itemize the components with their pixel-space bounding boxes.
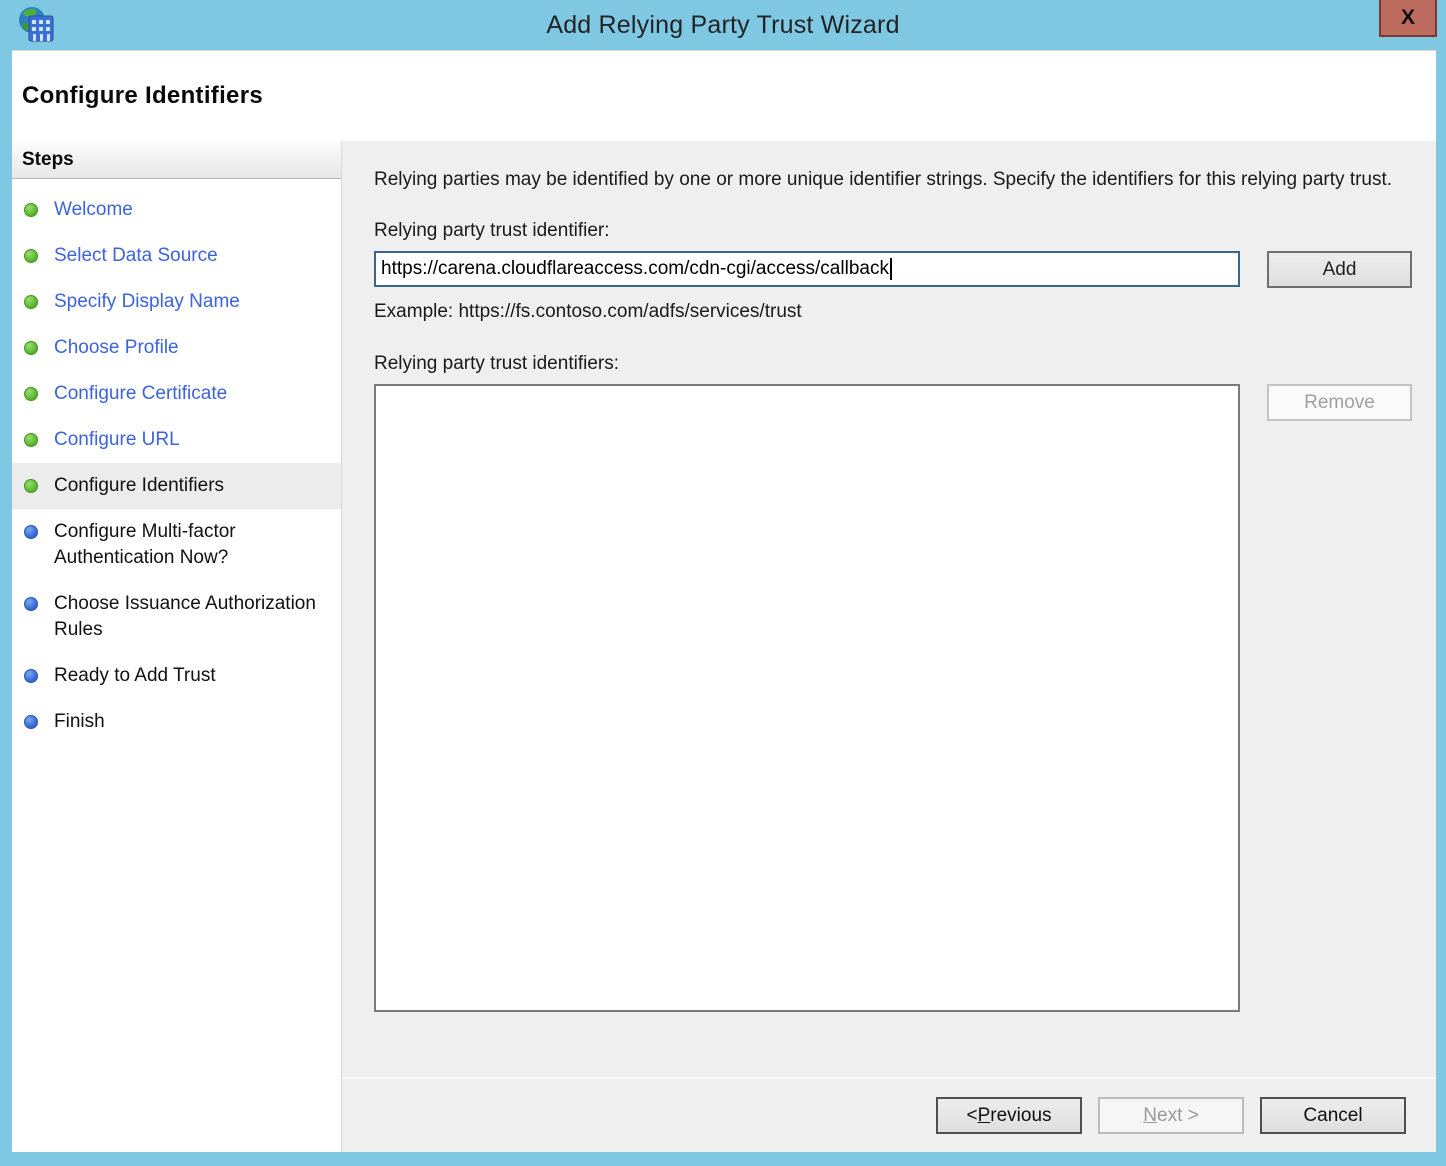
sidebar-step-select-data-source[interactable]: Select Data Source	[12, 233, 341, 279]
close-button[interactable]: X	[1379, 0, 1437, 37]
step-label: Welcome	[54, 197, 133, 223]
sidebar-step-choose-issuance-authorization-rules: Choose Issuance Authorization Rules	[12, 581, 341, 653]
example-text: Example: https://fs.contoso.com/adfs/ser…	[374, 301, 1412, 323]
identifiers-list-label: Relying party trust identifiers:	[374, 353, 1412, 375]
step-status-icon	[24, 433, 38, 447]
step-label: Configure Certificate	[54, 381, 227, 407]
steps-sidebar: Steps Welcome Select Data Source Specify D…	[12, 141, 342, 1152]
content-area: Relying parties may be identified by one…	[342, 141, 1436, 1077]
identifier-input-value: https://carena.cloudflareaccess.com/cdn-…	[381, 258, 889, 280]
sidebar-step-choose-profile[interactable]: Choose Profile	[12, 325, 341, 371]
wizard-frame: Configure Identifiers Steps Welcome Selec…	[12, 50, 1436, 1152]
main-panel: Relying parties may be identified by one…	[342, 141, 1436, 1152]
step-status-icon	[24, 203, 38, 217]
add-button[interactable]: Add	[1267, 251, 1412, 288]
sidebar-step-ready-to-add-trust: Ready to Add Trust	[12, 653, 341, 699]
step-status-icon	[24, 387, 38, 401]
step-status-icon	[24, 479, 38, 493]
step-label: Configure Multi-factor Authentication No…	[54, 519, 331, 571]
page-header: Configure Identifiers	[12, 51, 1436, 141]
sidebar-step-configure-certificate[interactable]: Configure Certificate	[12, 371, 341, 417]
footer-bar: < Previous Next > Cancel	[342, 1077, 1436, 1152]
step-status-icon	[24, 669, 38, 683]
sidebar-step-configure-multi-factor-authentication-now: Configure Multi-factor Authentication No…	[12, 509, 341, 581]
steps-title: Steps	[22, 149, 74, 171]
next-button[interactable]: Next >	[1098, 1097, 1244, 1134]
steps-header: Steps	[12, 141, 341, 179]
step-label: Finish	[54, 709, 105, 735]
step-status-icon	[24, 597, 38, 611]
previous-button[interactable]: < Previous	[936, 1097, 1082, 1134]
sidebar-step-welcome[interactable]: Welcome	[12, 187, 341, 233]
sidebar-step-configure-url[interactable]: Configure URL	[12, 417, 341, 463]
identifiers-listbox[interactable]	[374, 384, 1240, 1012]
cancel-button[interactable]: Cancel	[1260, 1097, 1406, 1134]
close-icon: X	[1401, 6, 1415, 30]
step-status-icon	[24, 295, 38, 309]
wizard-window: Add Relying Party Trust Wizard X Configu…	[0, 0, 1446, 1166]
instruction-text: Relying parties may be identified by one…	[374, 166, 1409, 194]
page-title: Configure Identifiers	[22, 82, 263, 110]
identifier-label: Relying party trust identifier:	[374, 220, 1412, 242]
steps-list: Welcome Select Data Source Specify Display…	[12, 179, 341, 745]
step-status-icon	[24, 525, 38, 539]
sidebar-step-configure-identifiers: Configure Identifiers	[12, 463, 341, 509]
step-label: Choose Profile	[54, 335, 179, 361]
step-status-icon	[24, 341, 38, 355]
sidebar-step-specify-display-name[interactable]: Specify Display Name	[12, 279, 341, 325]
step-label: Specify Display Name	[54, 289, 240, 315]
step-label: Ready to Add Trust	[54, 663, 216, 689]
window-title: Add Relying Party Trust Wizard	[0, 0, 1446, 50]
step-label: Choose Issuance Authorization Rules	[54, 591, 331, 643]
step-status-icon	[24, 715, 38, 729]
step-label: Configure Identifiers	[54, 473, 224, 499]
identifier-input[interactable]: https://carena.cloudflareaccess.com/cdn-…	[374, 251, 1240, 287]
text-caret	[890, 258, 892, 280]
title-bar: Add Relying Party Trust Wizard X	[0, 0, 1446, 50]
step-label: Select Data Source	[54, 243, 218, 269]
remove-button[interactable]: Remove	[1267, 384, 1412, 421]
step-status-icon	[24, 249, 38, 263]
sidebar-step-finish: Finish	[12, 699, 341, 745]
step-label: Configure URL	[54, 427, 180, 453]
